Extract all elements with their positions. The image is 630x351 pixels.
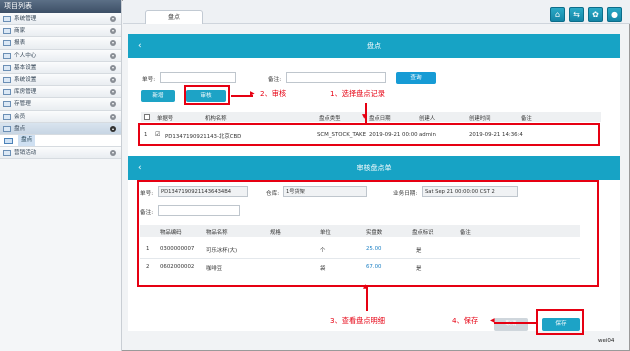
folder-icon — [3, 76, 11, 83]
chevron-down-icon: ▾ — [110, 64, 116, 71]
chevron-down-icon: ▾ — [110, 113, 116, 120]
sidebar-item-report[interactable]: 报表 ▾ — [0, 37, 121, 50]
audit-panel-title: 审核盘点单 — [356, 164, 392, 172]
list-table-header: 单据号 机构名称 盘点类型 盘点日期 创建人 创建时间 备注 — [141, 112, 601, 122]
add-button[interactable]: 新增 — [141, 90, 175, 102]
annotation-step3: 3、查看盘点明细 — [330, 316, 385, 325]
annotation-arrow — [494, 322, 536, 324]
query-button[interactable]: 查询 — [396, 72, 436, 84]
panel-title: 盘点 — [367, 42, 381, 50]
chevron-down-icon: ▾ — [110, 16, 116, 22]
annotation-arrow — [366, 287, 368, 311]
share-icon[interactable]: ⇆ — [569, 7, 584, 22]
sidebar-item-basic[interactable]: 基本设置 ▾ — [0, 61, 121, 74]
folder-icon — [3, 101, 11, 108]
audit-highlight-box — [184, 85, 230, 105]
folder-icon — [3, 40, 11, 47]
folder-icon — [3, 113, 11, 120]
arrow-head-icon: ▲ — [363, 283, 368, 290]
document-icon — [4, 137, 13, 144]
folder-icon — [3, 125, 11, 132]
sidebar-item-merchant[interactable]: 商家 ▾ — [0, 25, 121, 38]
chevron-down-icon: ▾ — [110, 40, 116, 47]
sidebar-item-stock[interactable]: 存管理 ▾ — [0, 98, 121, 111]
folder-icon — [3, 28, 11, 35]
settings-icon[interactable]: ✿ — [588, 7, 603, 22]
tab-stocktake[interactable]: 盘点 — [145, 10, 203, 24]
sidebar-item-warehouse[interactable]: 库房管理 ▾ — [0, 86, 121, 99]
panel-header: ‹ 盘点 — [128, 34, 620, 58]
sidebar-subitem-stocktake[interactable]: 盘点 — [0, 134, 121, 147]
chevron-down-icon: ▾ — [110, 52, 116, 59]
chevron-down-icon: ▾ — [110, 89, 116, 96]
top-bar: 盘点 ⌂ ⇆ ✿ ● — [123, 0, 630, 24]
sidebar-item-system[interactable]: 系统管理 ▾ — [0, 13, 121, 26]
save-highlight-box — [536, 309, 584, 335]
detail-highlight-box — [137, 180, 599, 287]
audit-panel-header: ‹ 审核盘点单 — [128, 156, 620, 180]
select-all-checkbox[interactable] — [144, 114, 150, 120]
arrow-head-icon: ▼ — [362, 113, 367, 120]
doc-no-input[interactable] — [160, 72, 236, 83]
chevron-down-icon: ▾ — [110, 149, 116, 156]
arrow-head-icon: ◀ — [490, 317, 495, 324]
annotation-step2: 2、审核 — [260, 89, 287, 98]
chevron-up-icon: ▴ — [110, 125, 116, 132]
chevron-down-icon: ▾ — [110, 76, 116, 83]
record-highlight-box — [138, 123, 600, 146]
chevron-down-icon: ▾ — [110, 101, 116, 108]
annotation-step1: 1、选择盘点记录 — [330, 89, 385, 98]
user-icon[interactable]: ● — [607, 7, 622, 22]
sidebar-item-personal[interactable]: 个人中心 ▾ — [0, 49, 121, 62]
watermark: wei04 — [598, 338, 615, 344]
doc-no-label: 单号: — [142, 77, 156, 83]
folder-icon — [3, 149, 11, 156]
sidebar-item-system-settings[interactable]: 系统设置 ▾ — [0, 73, 121, 87]
folder-icon — [3, 64, 11, 71]
folder-icon — [3, 52, 11, 59]
sidebar-item-stocktake[interactable]: 盘点 ▴ — [0, 122, 121, 135]
back-arrow-icon[interactable]: ‹ — [138, 156, 142, 180]
folder-icon — [3, 16, 11, 22]
annotation-step4: 4、保存 — [452, 316, 479, 325]
remark-label: 备注: — [268, 77, 282, 83]
remark-input[interactable] — [286, 72, 386, 83]
sidebar-item-member[interactable]: 会员 ▾ — [0, 110, 121, 123]
back-arrow-icon[interactable]: ‹ — [138, 34, 142, 58]
sidebar-title: 项目列表 — [0, 0, 121, 13]
cancel-button[interactable]: 取消 — [494, 318, 528, 331]
arrow-head-icon: ▶ — [250, 90, 255, 97]
chevron-down-icon: ▾ — [110, 28, 116, 35]
sidebar: 项目列表 系统管理 ▾ 商家 ▾ 报表 ▾ 个人中心 ▾ 基本设置 ▾ 系统设置 ▾ 库房管… — [0, 0, 122, 351]
home-icon[interactable]: ⌂ — [550, 7, 565, 22]
folder-icon — [3, 89, 11, 96]
sidebar-item-marketing[interactable]: 营销活动 ▾ — [0, 146, 121, 160]
